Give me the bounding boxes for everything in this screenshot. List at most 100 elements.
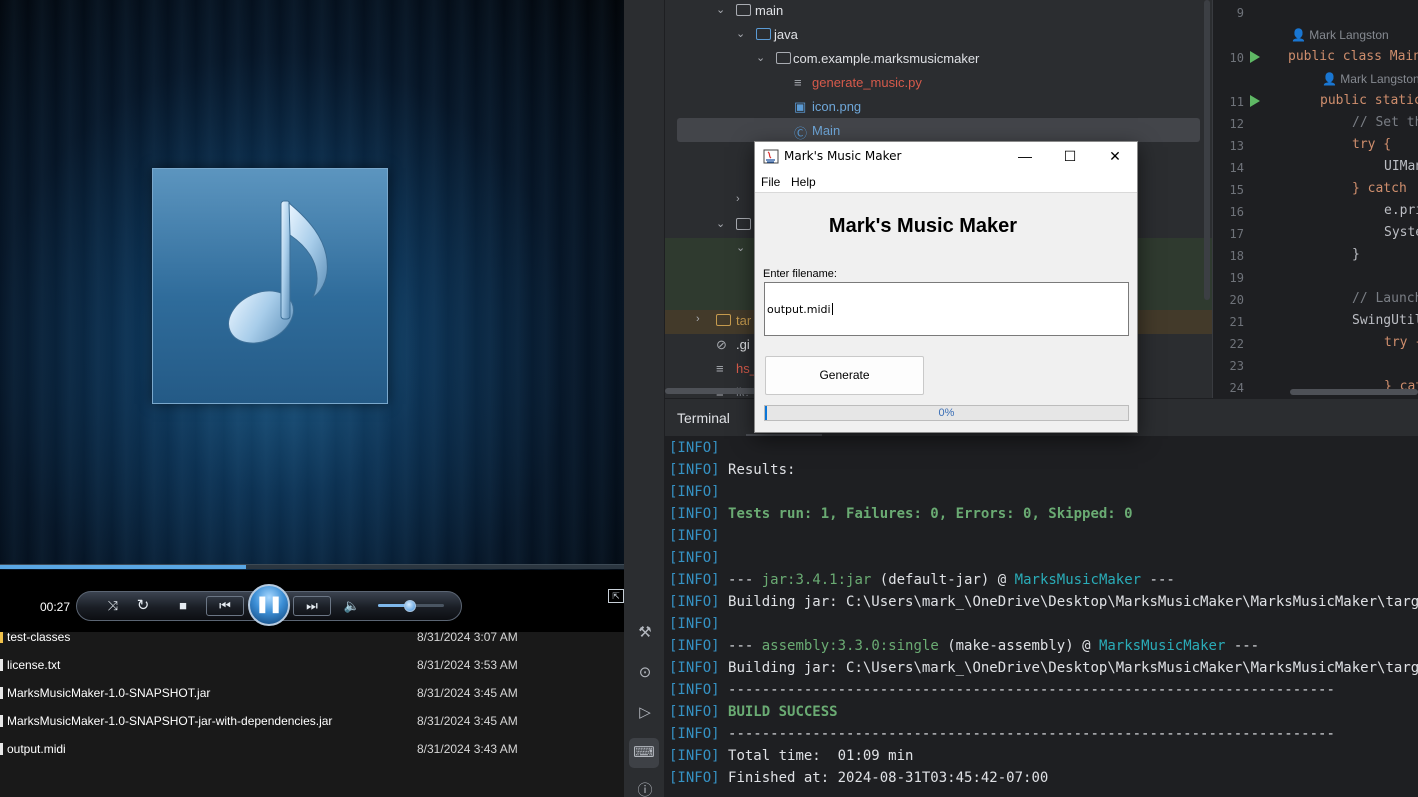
- file-row[interactable]: output.midi 8/31/2024 3:43 AM: [0, 735, 624, 763]
- seek-bar[interactable]: [0, 564, 624, 569]
- log-text: (default-jar): [879, 572, 990, 588]
- tree-label: icon.png: [812, 99, 862, 114]
- chevron-right-icon: ›: [696, 313, 700, 325]
- generate-button[interactable]: Generate: [765, 356, 924, 395]
- code-text: public static: [1320, 93, 1418, 108]
- tree-label: .gi: [736, 337, 750, 352]
- file-row[interactable]: license.txt 8/31/2024 3:53 AM: [0, 651, 624, 679]
- log-level: [INFO]: [669, 440, 720, 456]
- stop-button[interactable]: ■: [174, 597, 192, 615]
- close-button[interactable]: ✕: [1092, 142, 1138, 171]
- file-date: 8/31/2024 3:45 AM: [417, 686, 518, 700]
- file-name: output.midi: [7, 742, 66, 756]
- terminal-tab-indicator: [746, 434, 822, 436]
- line-number: 10: [1229, 51, 1244, 65]
- log-text: MarksMusicMaker: [1098, 638, 1226, 654]
- menu-file[interactable]: File: [761, 175, 780, 189]
- run-icon[interactable]: ▷: [636, 704, 654, 722]
- file-row[interactable]: MarksMusicMaker-1.0-SNAPSHOT-jar-with-de…: [0, 707, 624, 735]
- play-pause-button[interactable]: ❚❚: [248, 584, 290, 626]
- log-text: Building jar: C:\Users\mark_\OneDrive\De…: [728, 660, 1418, 676]
- next-button[interactable]: ⏭: [293, 596, 331, 616]
- code-line: SwingUtil: [1352, 313, 1418, 328]
- tree-node-icon-png[interactable]: ▣ icon.png: [794, 96, 1094, 120]
- log-text: @: [997, 572, 1007, 588]
- line-number: 15: [1229, 183, 1244, 197]
- log-text: @: [1082, 638, 1091, 654]
- file-date: 8/31/2024 3:43 AM: [417, 742, 518, 756]
- elapsed-time: 00:27: [40, 600, 71, 614]
- terminal-line: [INFO]: [669, 484, 720, 506]
- repeat-icon[interactable]: ↻: [134, 597, 152, 615]
- project-horizontal-scrollbar[interactable]: [665, 388, 765, 394]
- code-vision-author[interactable]: 👤 Mark Langston: [1291, 28, 1389, 42]
- tree-label: Main: [812, 123, 841, 138]
- file-row[interactable]: MarksMusicMaker-1.0-SNAPSHOT.jar 8/31/20…: [0, 679, 624, 707]
- file-name: MarksMusicMaker-1.0-SNAPSHOT.jar: [7, 686, 211, 700]
- file-date: 8/31/2024 3:53 AM: [417, 658, 518, 672]
- code-text: // Set th: [1352, 115, 1418, 130]
- line-number: 13: [1229, 139, 1244, 153]
- minimize-button[interactable]: —: [1002, 142, 1048, 171]
- shuffle-icon[interactable]: ⤨: [104, 597, 122, 615]
- log-text: Finished at: 2024-08-31T03:45:42-07:00: [728, 770, 1049, 786]
- code-vision-author[interactable]: 👤 Mark Langston: [1322, 72, 1418, 86]
- chevron-down-icon: ⌄: [756, 52, 766, 64]
- tree-node-expanded[interactable]: ⌄: [736, 238, 756, 262]
- project-vertical-scrollbar[interactable]: [1204, 0, 1210, 300]
- java-app-icon: [763, 149, 779, 164]
- filename-input[interactable]: output.midi: [764, 282, 1129, 336]
- log-level: [INFO]: [669, 594, 720, 610]
- terminal-line: [INFO]: [669, 550, 720, 572]
- switch-to-library-icon[interactable]: ⇱: [608, 589, 624, 603]
- code-line: UIMan: [1384, 159, 1418, 174]
- log-text: assembly:3.3.0:single: [761, 638, 939, 654]
- log-level: [INFO]: [669, 748, 720, 764]
- tree-node-generate-music[interactable]: ≡ generate_music.py: [794, 72, 1094, 96]
- log-level: [INFO]: [669, 550, 720, 566]
- tree-node-java[interactable]: ⌄ java: [736, 24, 1036, 48]
- tree-node-package[interactable]: ⌄ com.example.marksmusicmaker: [756, 48, 1156, 72]
- run-gutter-icon[interactable]: [1250, 95, 1260, 107]
- text-file-icon: ≡: [716, 361, 724, 376]
- line-number: 9: [1236, 6, 1244, 20]
- tree-node-expanded[interactable]: ⌄: [716, 214, 756, 238]
- menu-help[interactable]: Help: [791, 175, 816, 189]
- previous-button[interactable]: ⏮: [206, 596, 244, 616]
- services-icon[interactable]: ⊙: [636, 664, 654, 682]
- line-number: 14: [1229, 161, 1244, 175]
- file-explorer-list: test-classes 8/31/2024 3:07 AM license.t…: [0, 632, 624, 797]
- tree-node-main[interactable]: ⌄ main: [716, 0, 1016, 24]
- run-gutter-icon[interactable]: [1250, 51, 1260, 63]
- editor-horizontal-scrollbar[interactable]: [1290, 389, 1418, 395]
- tab-terminal[interactable]: Terminal: [677, 410, 730, 426]
- terminal-line: [INFO] Building jar: C:\Users\mark_\OneD…: [669, 660, 1418, 682]
- build-hammer-icon[interactable]: ⚒: [636, 624, 654, 642]
- problems-icon[interactable]: ⓘ: [636, 782, 654, 797]
- terminal-line: [INFO]: [669, 528, 720, 550]
- author-name: Mark Langston: [1309, 28, 1389, 42]
- terminal-icon[interactable]: ⌨: [629, 738, 659, 768]
- line-number: 16: [1229, 205, 1244, 219]
- log-text: ---: [1233, 638, 1260, 654]
- code-line: }: [1352, 247, 1360, 262]
- volume-slider-thumb[interactable]: [404, 600, 416, 612]
- maximize-button[interactable]: ☐: [1047, 142, 1093, 171]
- mute-icon[interactable]: 🔈: [343, 597, 361, 615]
- file-row[interactable]: test-classes 8/31/2024 3:07 AM: [0, 632, 624, 651]
- window-title-bar[interactable]: Mark's Music Maker — ☐ ✕: [755, 142, 1137, 171]
- album-art: [152, 168, 388, 404]
- log-text: ---: [728, 638, 754, 654]
- chevron-down-icon: ⌄: [716, 218, 726, 230]
- chevron-down-icon: ⌄: [716, 4, 726, 16]
- terminal-line: [INFO] Tests run: 1, Failures: 0, Errors…: [669, 506, 1133, 528]
- log-level: [INFO]: [669, 682, 720, 698]
- file-icon: [0, 687, 3, 699]
- tree-node-collapsed[interactable]: ›: [736, 190, 756, 214]
- filename-label: Enter filename:: [763, 268, 837, 280]
- line-number: 19: [1229, 271, 1244, 285]
- folder-icon: [736, 4, 751, 16]
- line-number: 23: [1229, 359, 1244, 373]
- music-note-icon: [228, 200, 328, 344]
- user-icon: 👤: [1322, 72, 1337, 86]
